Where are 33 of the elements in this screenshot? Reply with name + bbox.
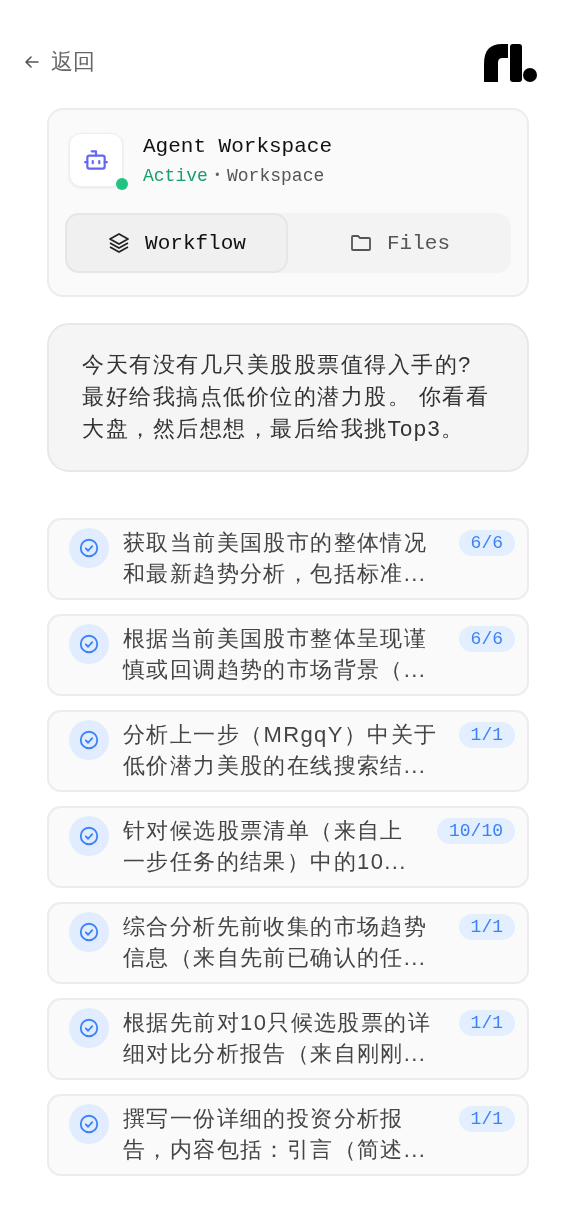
- task-text: 撰写一份详细的投资分析报告，内容包括：引言（简述...: [123, 1105, 428, 1164]
- agent-name: Agent Workspace: [143, 134, 333, 158]
- back-link[interactable]: 返回: [23, 47, 95, 77]
- progress-badge: 1/1: [458, 1106, 515, 1132]
- progress-badge: 1/1: [458, 914, 515, 940]
- progress-badge: 1/1: [458, 722, 515, 748]
- separator-dot: •: [213, 168, 221, 183]
- logo-icon: [482, 42, 538, 82]
- task-card[interactable]: 综合分析先前收集的市场趋势信息（来自先前已确认的任... 1/1: [47, 902, 529, 984]
- task-text: 获取当前美国股市的整体情况和最新趋势分析，包括标准...: [123, 529, 429, 588]
- status-text: Active: [143, 165, 208, 186]
- tab[interactable]: Files: [288, 213, 511, 273]
- progress-badge: 6/6: [458, 626, 515, 652]
- task-text: 分析上一步（MRgqY）中关于低价潜力美股的在线搜索结...: [123, 721, 439, 780]
- task-text: 根据先前对10只候选股票的详细对比分析报告（来自刚刚...: [123, 1009, 433, 1068]
- task-card[interactable]: 分析上一步（MRgqY）中关于低价潜力美股的在线搜索结... 1/1: [47, 710, 529, 792]
- task-text: 针对候选股票清单（来自上一步任务的结果）中的10...: [123, 817, 408, 876]
- task-card[interactable]: 根据当前美国股市整体呈现谨慎或回调趋势的市场背景（... 6/6: [47, 614, 529, 696]
- progress-badge: 6/6: [458, 530, 515, 556]
- progress-badge: 1/1: [458, 1010, 515, 1036]
- workspace-type: Workspace: [227, 165, 325, 186]
- task-card[interactable]: 针对候选股票清单（来自上一步任务的结果）中的10... 10/10: [47, 806, 529, 888]
- layers-icon: [107, 231, 132, 255]
- task-card[interactable]: 根据先前对10只候选股票的详细对比分析报告（来自刚刚... 1/1: [47, 998, 529, 1080]
- task-card[interactable]: 撰写一份详细的投资分析报告，内容包括：引言（简述... 1/1: [47, 1094, 529, 1176]
- tab[interactable]: Workflow: [65, 213, 288, 273]
- task-text: 综合分析先前收集的市场趋势信息（来自先前已确认的任...: [123, 913, 429, 972]
- task-card[interactable]: 获取当前美国股市的整体情况和最新趋势分析，包括标准... 6/6: [47, 518, 529, 600]
- progress-badge: 10/10: [437, 818, 515, 844]
- user-message: 今天有没有几只美股股票值得入手的? 最好给我搞点低价位的潜力股。 你看看大盘，然后想想，最后给我挑Top3。: [47, 323, 529, 472]
- task-text: 根据当前美国股市整体呈现谨慎或回调趋势的市场背景（...: [123, 625, 429, 684]
- robot-icon: [83, 147, 109, 173]
- back-arrow-icon: [23, 53, 41, 71]
